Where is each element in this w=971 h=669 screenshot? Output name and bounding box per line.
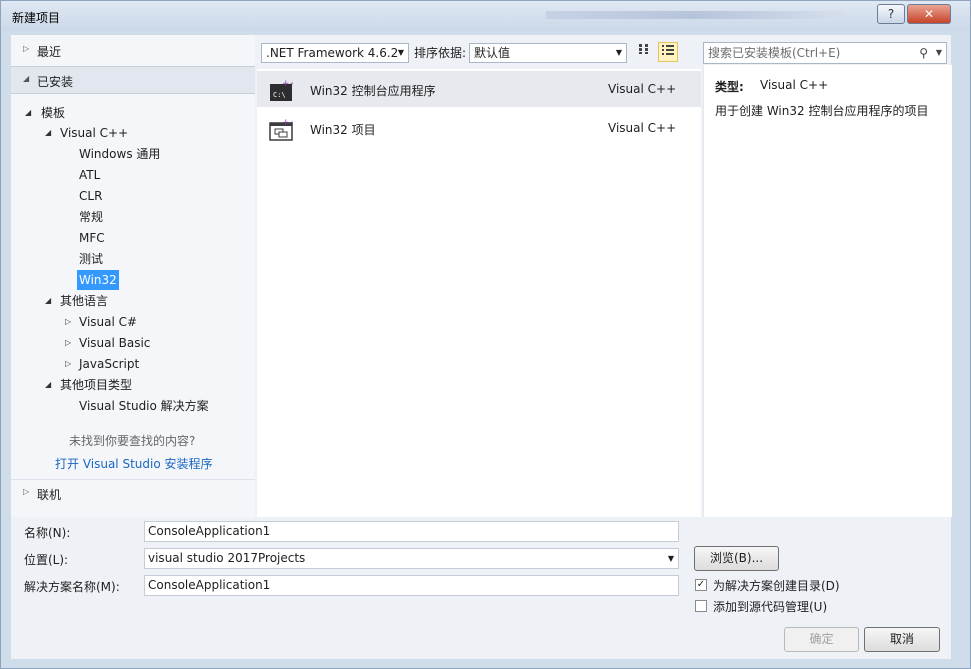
section-recent[interactable]: ▷ 最近: [11, 37, 255, 63]
expanded-arrow-icon: ◢: [45, 128, 52, 137]
title-bar[interactable]: 新建项目 ? ✕: [1, 1, 970, 31]
name-label: 名称(N):: [24, 526, 71, 540]
ok-button[interactable]: 确定: [784, 627, 859, 652]
project-name-value: ConsoleApplication1: [148, 524, 271, 538]
template-language: Visual C++: [608, 82, 677, 96]
collapsed-arrow-icon: ▷: [65, 317, 72, 326]
tree-item-label: MFC: [79, 231, 105, 245]
solution-name-input[interactable]: ConsoleApplication1: [144, 575, 679, 596]
console-app-icon: C:\ ++: [270, 79, 293, 101]
template-description: 用于创建 Win32 控制台应用程序的项目: [715, 104, 929, 118]
sort-select[interactable]: 默认值 ▼: [469, 43, 627, 63]
win32-project-icon: ++: [269, 118, 293, 141]
template-name: Win32 项目: [310, 123, 376, 137]
tree-item-label: JavaScript: [79, 357, 140, 371]
svg-text:C:\: C:\: [273, 91, 286, 99]
collapsed-arrow-icon: ▷: [23, 44, 30, 53]
tree-item-label: Visual C#: [79, 315, 138, 329]
search-icon: ⚲: [919, 46, 928, 60]
not-found-text: 未找到你要查找的内容?: [69, 434, 196, 448]
tree-item-label: Visual Studio 解决方案: [79, 399, 209, 413]
create-dir-checkbox[interactable]: ✓: [695, 579, 707, 591]
project-name-input[interactable]: ConsoleApplication1: [144, 521, 679, 542]
category-tree: ▷ 最近 ◢ 已安装 ◢ 模板 ◢ Visual C++ Windows 通用 …: [11, 35, 255, 517]
expanded-arrow-icon: ◢: [25, 108, 32, 117]
chevron-down-icon[interactable]: ▼: [668, 549, 674, 568]
dialog-body: ▷ 最近 ◢ 已安装 ◢ 模板 ◢ Visual C++ Windows 通用 …: [11, 35, 952, 659]
collapsed-arrow-icon: ▷: [23, 487, 30, 496]
checkmark-icon: ✓: [696, 579, 706, 590]
template-item-win32-project[interactable]: ++ Win32 项目 Visual C++: [257, 110, 701, 146]
section-online-label: 联机: [37, 488, 62, 502]
svg-text:++: ++: [282, 118, 293, 128]
tree-item-label: Visual Basic: [79, 336, 151, 350]
location-value: visual studio 2017Projects: [148, 551, 306, 565]
tree-item-label: Win32: [77, 270, 119, 290]
grid-view-icon[interactable]: [634, 42, 654, 62]
tree-item-label: CLR: [79, 189, 103, 203]
search-placeholder: 搜索已安装模板(Ctrl+E): [708, 46, 841, 60]
template-details-panel: 类型: Visual C++ 用于创建 Win32 控制台应用程序的项目: [703, 65, 952, 517]
blurred-background-text: [546, 11, 846, 19]
add-scm-label[interactable]: 添加到源代码管理(U): [713, 598, 827, 615]
tree-item-label: 测试: [79, 252, 104, 266]
framework-select-value: .NET Framework 4.6.2: [266, 46, 399, 60]
close-button[interactable]: ✕: [907, 4, 951, 24]
help-button[interactable]: ?: [877, 4, 905, 24]
tree-item-label: Windows 通用: [79, 147, 161, 161]
template-item-win32-console[interactable]: C:\ ++ Win32 控制台应用程序 Visual C++: [257, 71, 701, 107]
type-label: 类型:: [715, 80, 744, 94]
add-scm-checkbox[interactable]: [695, 600, 707, 612]
expanded-arrow-icon: ◢: [45, 380, 52, 389]
template-list: [257, 35, 701, 517]
section-installed[interactable]: ◢ 已安装: [11, 66, 255, 94]
type-value: Visual C++: [760, 78, 829, 92]
browse-button[interactable]: 浏览(B)...: [694, 546, 779, 571]
new-project-dialog: 新建项目 ? ✕ ▷ 最近 ◢ 已安装 ◢ 模板 ◢ Visual C++ Wi…: [0, 0, 971, 669]
expanded-arrow-icon: ◢: [23, 74, 30, 83]
section-online[interactable]: ▷ 联机: [11, 479, 255, 506]
chevron-down-icon: ▼: [935, 48, 942, 57]
section-installed-label: 已安装: [37, 75, 74, 89]
tree-item-label: ATL: [79, 168, 101, 182]
tree-item-label: 其他语言: [60, 294, 109, 308]
framework-select[interactable]: .NET Framework 4.6.2 ▼: [261, 43, 409, 63]
chevron-down-icon: ▼: [615, 48, 622, 57]
tree-item-label: 模板: [41, 106, 66, 120]
template-search-input[interactable]: 搜索已安装模板(Ctrl+E) ⚲ ▼: [703, 42, 947, 64]
create-dir-label[interactable]: 为解决方案创建目录(D): [713, 577, 840, 594]
open-installer-link[interactable]: 打开 Visual Studio 安装程序: [55, 455, 213, 472]
expanded-arrow-icon: ◢: [45, 296, 52, 305]
template-language: Visual C++: [608, 121, 677, 135]
tree-item-label: 其他项目类型: [60, 378, 133, 392]
collapsed-arrow-icon: ▷: [65, 359, 72, 368]
template-name: Win32 控制台应用程序: [310, 84, 436, 98]
sort-label: 排序依据:: [414, 46, 467, 60]
svg-text:++: ++: [282, 79, 293, 89]
tree-item-label: Visual C++: [60, 126, 129, 140]
cancel-button[interactable]: 取消: [864, 627, 940, 652]
solution-name-label: 解决方案名称(M):: [24, 580, 120, 594]
section-recent-label: 最近: [37, 45, 62, 59]
location-label: 位置(L):: [24, 553, 69, 567]
location-input[interactable]: visual studio 2017Projects ▼: [144, 548, 679, 569]
solution-name-value: ConsoleApplication1: [148, 578, 271, 592]
collapsed-arrow-icon: ▷: [65, 338, 72, 347]
sort-select-value: 默认值: [474, 46, 511, 60]
dialog-title: 新建项目: [12, 11, 61, 25]
tree-item-label: 常规: [79, 210, 104, 224]
chevron-down-icon: ▼: [397, 48, 404, 57]
list-view-icon[interactable]: [658, 42, 678, 62]
